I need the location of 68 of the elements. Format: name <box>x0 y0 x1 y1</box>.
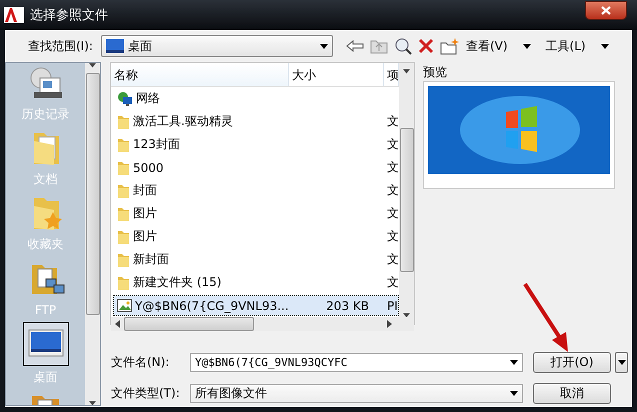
file-row[interactable]: Y@$BN6(7{CG_9VNL93... 203 KB PI <box>113 295 399 316</box>
file-name-field[interactable]: Y@$BN6(7{CG_9VNL93QCYFC <box>190 352 523 372</box>
scroll-right-icon <box>387 320 392 328</box>
close-button[interactable] <box>585 1 627 20</box>
folder-icon <box>117 252 130 268</box>
folder-icon <box>117 274 130 290</box>
type-cell: 文 <box>387 113 399 130</box>
look-in-dropdown[interactable]: 桌面 <box>100 35 333 57</box>
file-row[interactable]: 123封面 文 <box>113 134 399 155</box>
caret-icon <box>510 360 518 364</box>
desktop-icon <box>28 329 64 359</box>
file-row[interactable]: 图片 文 <box>113 226 399 247</box>
file-row[interactable]: 图片 文 <box>113 203 399 224</box>
close-icon <box>601 6 611 15</box>
file-row[interactable]: 新建文件夹 (15) 文 <box>113 272 399 293</box>
folder-icon <box>117 114 130 130</box>
type-cell: 文 <box>387 274 399 291</box>
window-title: 选择参照文件 <box>30 7 108 24</box>
caret-icon <box>510 390 518 396</box>
scrollbar[interactable] <box>85 63 100 405</box>
views-menu[interactable]: 查看(V) <box>462 35 511 57</box>
folder-icon <box>117 136 130 152</box>
scroll-up-icon <box>89 63 96 68</box>
type-cell: 文 <box>387 251 399 268</box>
folder-icon <box>117 160 130 176</box>
folder-icon <box>117 228 130 244</box>
search-icon <box>394 37 412 55</box>
look-in-label: 查找范围(I): <box>28 38 93 54</box>
caret-icon <box>618 360 626 364</box>
file-type-label: 文件类型(T): <box>110 384 181 402</box>
type-cell: 文 <box>387 182 399 199</box>
type-cell: 文 <box>387 159 399 176</box>
image-file-icon <box>117 299 132 312</box>
file-name-label: 文件名(N): <box>110 354 170 370</box>
horizontal-scrollbar[interactable] <box>111 317 414 331</box>
app-logo-icon <box>4 7 24 23</box>
tools-menu[interactable]: 工具(L) <box>542 35 589 57</box>
open-options-button[interactable] <box>615 352 628 372</box>
type-cell: 文 <box>387 228 399 245</box>
caret-icon <box>600 44 609 48</box>
file-row[interactable]: 激活工具.驱动精灵 文 <box>113 111 399 132</box>
scroll-down-icon <box>89 400 96 405</box>
desktop-icon <box>106 39 124 53</box>
scroll-up-icon <box>403 69 410 74</box>
open-button[interactable]: 打开(O) <box>533 352 611 372</box>
folder-icon <box>117 206 130 222</box>
new-folder-icon <box>440 38 460 54</box>
type-cell: 文 <box>387 205 399 222</box>
preview-label: 预览 <box>423 64 448 81</box>
back-arrow-icon <box>346 40 364 52</box>
caret-icon <box>320 44 328 48</box>
folder-up-icon <box>370 38 388 54</box>
file-type-dropdown[interactable]: 所有图像文件 <box>190 384 523 402</box>
file-row[interactable]: 网络 <box>113 88 399 109</box>
file-row[interactable]: 封面 文 <box>113 180 399 201</box>
type-cell: 文 <box>387 136 399 153</box>
caret-icon <box>522 44 531 48</box>
scroll-left-icon <box>115 320 120 328</box>
file-row[interactable]: 新封面 文 <box>113 249 399 270</box>
column-header[interactable]: 名称 <box>111 63 289 86</box>
scrollbar[interactable] <box>399 63 414 317</box>
folder-icon <box>117 182 130 198</box>
cancel-button[interactable]: 取消 <box>533 382 611 404</box>
network-icon <box>117 90 133 106</box>
file-row[interactable]: 5000 文 <box>113 157 399 178</box>
type-cell: PI <box>387 298 399 312</box>
look-in-value: 桌面 <box>128 38 153 54</box>
delete-icon <box>418 38 434 54</box>
